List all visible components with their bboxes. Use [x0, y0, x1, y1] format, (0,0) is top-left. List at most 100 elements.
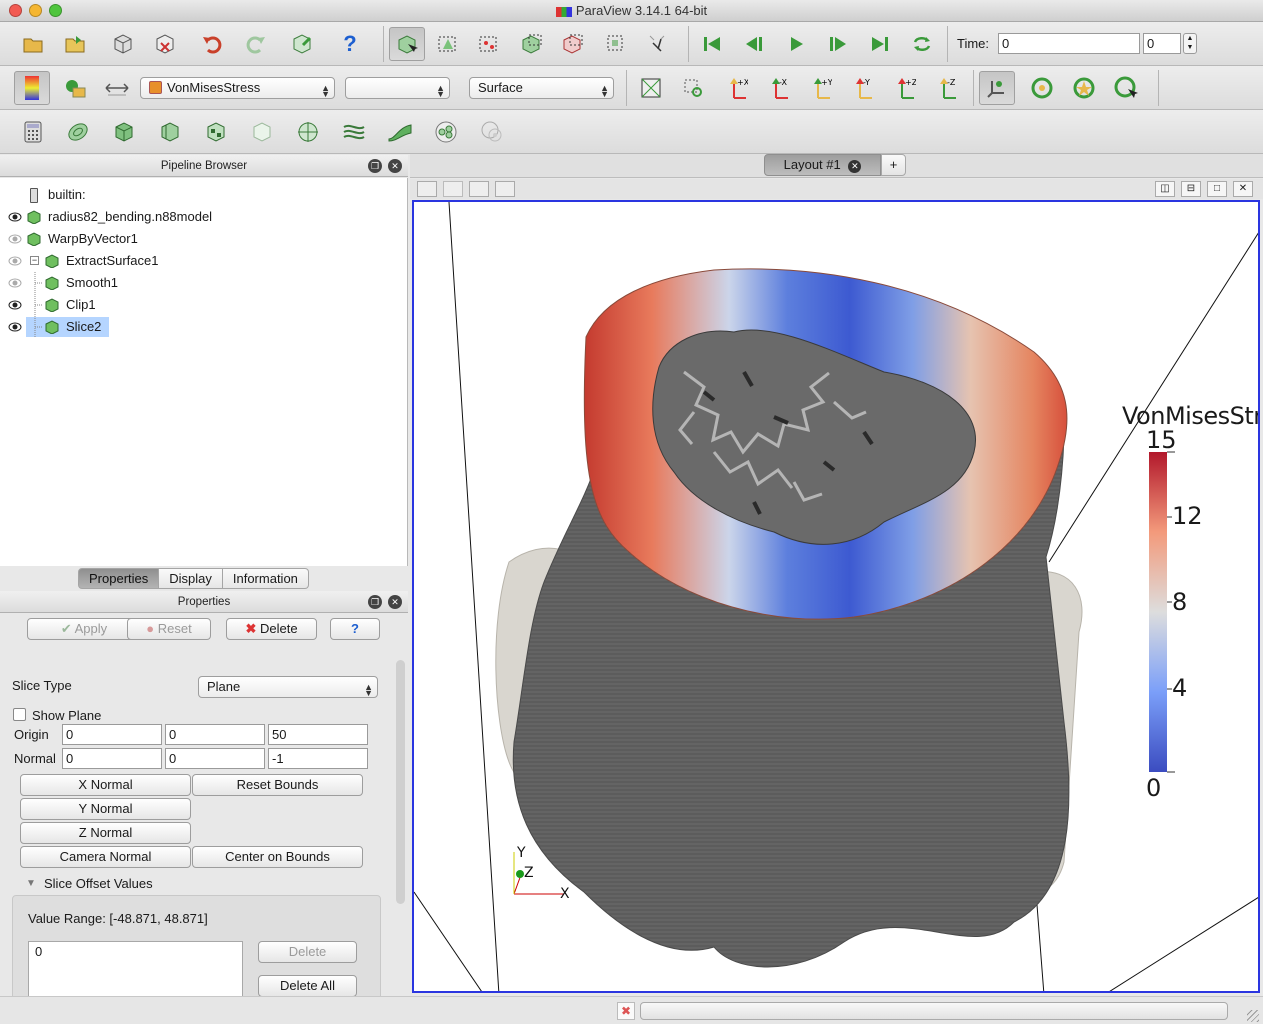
slice-type-select[interactable]: Plane ▲ ▼ — [198, 676, 378, 698]
view-settings-icon[interactable] — [469, 181, 489, 197]
glyph-icon[interactable] — [293, 117, 323, 147]
group-datasets-icon[interactable] — [431, 117, 461, 147]
view-plus-y-icon[interactable]: +Y — [804, 73, 834, 103]
offset-values-list[interactable]: 0 — [28, 941, 243, 996]
offset-value-item[interactable]: 0 — [35, 944, 42, 959]
zoom-window-button[interactable] — [49, 4, 62, 17]
zoom-to-data-icon[interactable] — [678, 73, 708, 103]
close-pipeline-button[interactable]: ✕ — [388, 159, 402, 173]
save-state-icon[interactable] — [150, 29, 180, 59]
view-minus-z-icon[interactable]: -Z — [930, 73, 960, 103]
time-input[interactable]: 0 — [998, 33, 1140, 54]
select-cells-on-icon[interactable] — [433, 29, 463, 59]
undock-pipeline-button[interactable]: ❐ — [368, 159, 382, 173]
pipeline-item-radius82[interactable]: radius82_bending.n88model — [0, 206, 400, 228]
close-properties-button[interactable]: ✕ — [388, 595, 402, 609]
view-selection-icon[interactable] — [443, 181, 463, 197]
rendered-bone-scene[interactable]: Y Z X — [414, 202, 1260, 993]
view-minus-y-icon[interactable]: -Y — [846, 73, 876, 103]
connect-icon[interactable] — [287, 29, 317, 59]
select-cells-through-icon[interactable] — [517, 29, 547, 59]
clear-selection-icon[interactable] — [643, 29, 673, 59]
split-vertical-icon[interactable]: ⊟ — [1181, 181, 1201, 197]
open-file-icon[interactable] — [18, 29, 48, 59]
pipeline-item-slice2[interactable]: Slice2 — [0, 316, 400, 338]
previous-frame-icon[interactable] — [739, 29, 769, 59]
tab-display[interactable]: Display — [159, 568, 223, 589]
contour-icon[interactable] — [63, 117, 93, 147]
select-block-icon[interactable] — [601, 29, 631, 59]
camera-normal-button[interactable]: Camera Normal — [20, 846, 191, 868]
delete-all-offsets-button[interactable]: Delete All — [258, 975, 357, 996]
color-array-select[interactable]: VonMisesStress ▲ ▼ — [140, 77, 335, 99]
properties-scrollbar[interactable] — [396, 660, 405, 904]
edit-color-map-icon[interactable] — [60, 73, 90, 103]
stream-tracer-icon[interactable] — [339, 117, 369, 147]
representation-select[interactable]: Surface ▲ ▼ — [469, 77, 614, 99]
origin-y-field[interactable]: 0 — [165, 724, 265, 745]
minimize-window-button[interactable] — [29, 4, 42, 17]
x-normal-button[interactable]: X Normal — [20, 774, 191, 796]
pipeline-item-clip1[interactable]: Clip1 — [0, 294, 400, 316]
abort-icon[interactable]: ✖ — [617, 1002, 635, 1020]
show-center-icon[interactable] — [1027, 73, 1057, 103]
close-view-icon[interactable]: ✕ — [1233, 181, 1253, 197]
load-state-icon[interactable] — [60, 29, 90, 59]
layout-tab[interactable]: Layout #1 ✕ — [764, 154, 881, 176]
y-normal-button[interactable]: Y Normal — [20, 798, 191, 820]
extract-level-icon[interactable] — [477, 117, 507, 147]
rescale-range-icon[interactable] — [102, 73, 132, 103]
tab-information[interactable]: Information — [222, 568, 309, 589]
slice-icon[interactable] — [155, 117, 185, 147]
select-points-through-icon[interactable] — [558, 29, 588, 59]
view-plus-x-icon[interactable]: +X — [720, 73, 750, 103]
origin-z-field[interactable]: 50 — [268, 724, 368, 745]
threshold-icon[interactable] — [201, 117, 231, 147]
z-normal-button[interactable]: Z Normal — [20, 822, 191, 844]
reset-center-icon[interactable] — [1069, 73, 1099, 103]
disclosure-triangle-icon[interactable]: ▼ — [26, 878, 36, 889]
center-on-bounds-button[interactable]: Center on Bounds — [192, 846, 363, 868]
redo-icon[interactable] — [240, 29, 270, 59]
tab-properties[interactable]: Properties — [78, 568, 160, 589]
split-horizontal-icon[interactable]: ◫ — [1155, 181, 1175, 197]
delete-button[interactable]: ✖ Delete — [226, 618, 317, 640]
loop-icon[interactable] — [907, 29, 937, 59]
normal-x-field[interactable]: 0 — [62, 748, 162, 769]
pipeline-item-warpbyvector1[interactable]: WarpByVector1 — [0, 228, 400, 250]
help-icon[interactable]: ? — [335, 29, 365, 59]
render-view[interactable]: Y Z X VonMisesStre 15 12 8 4 0 — [412, 200, 1260, 993]
apply-button[interactable]: ✔ Apply — [27, 618, 141, 640]
view-minus-x-icon[interactable]: -X — [762, 73, 792, 103]
next-frame-icon[interactable] — [823, 29, 853, 59]
time-step-spinner[interactable]: ▲ ▼ — [1183, 33, 1197, 54]
reset-bounds-button[interactable]: Reset Bounds — [192, 774, 363, 796]
capture-selection-icon[interactable] — [417, 181, 437, 197]
resize-grip-icon[interactable] — [1247, 1010, 1259, 1022]
add-layout-button[interactable]: + — [881, 154, 906, 176]
first-frame-icon[interactable] — [697, 29, 727, 59]
maximize-view-icon[interactable]: □ — [1207, 181, 1227, 197]
interact-icon[interactable] — [389, 27, 425, 61]
undo-icon[interactable] — [198, 29, 228, 59]
save-data-icon[interactable] — [108, 29, 138, 59]
clip-icon[interactable] — [109, 117, 139, 147]
undock-properties-button[interactable]: ❐ — [368, 595, 382, 609]
normal-z-field[interactable]: -1 — [268, 748, 368, 769]
calculator-icon[interactable] — [18, 117, 48, 147]
camera-undo-icon[interactable] — [495, 181, 515, 197]
close-window-button[interactable] — [9, 4, 22, 17]
close-layout-icon[interactable]: ✕ — [848, 160, 862, 173]
pick-center-icon[interactable] — [1111, 73, 1141, 103]
warp-by-vector-icon[interactable] — [385, 117, 415, 147]
help-button[interactable]: ? — [330, 618, 380, 640]
time-step-input[interactable]: 0 — [1143, 33, 1181, 54]
play-icon[interactable] — [781, 29, 811, 59]
pipeline-item-extractsurface1[interactable]: − ExtractSurface1 — [0, 250, 400, 272]
origin-x-field[interactable]: 0 — [62, 724, 162, 745]
component-select[interactable]: ▲ ▼ — [345, 77, 450, 99]
pipeline-item-builtin[interactable]: builtin: — [0, 184, 400, 206]
color-legend-icon[interactable] — [14, 71, 50, 105]
extract-subset-icon[interactable] — [247, 117, 277, 147]
select-points-on-icon[interactable] — [474, 29, 504, 59]
